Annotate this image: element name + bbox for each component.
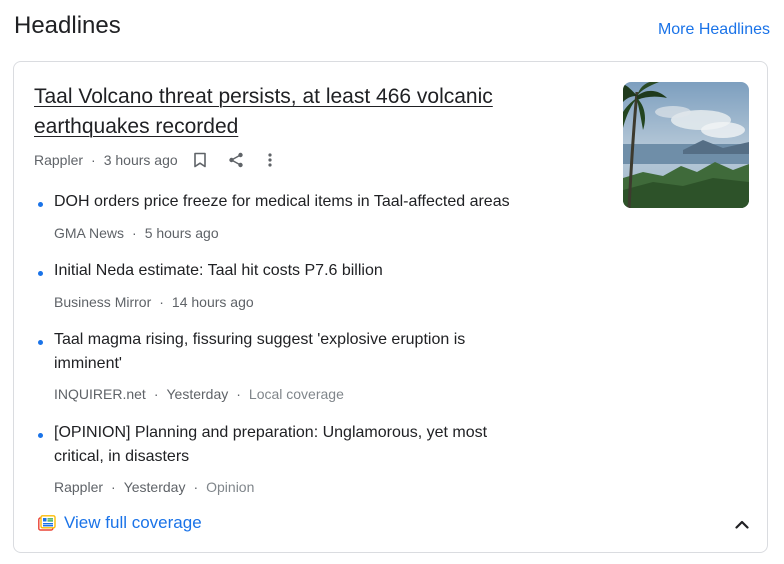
bullet-dot (38, 271, 43, 276)
section-title: Headlines (14, 12, 121, 39)
separator-dot: · (193, 479, 199, 495)
headlines-page: Headlines More Headlines Taal Volcano th… (0, 0, 784, 564)
list-item: [OPINION] Planning and preparation: Ungl… (34, 421, 594, 496)
collapse-chevron-up-icon[interactable] (731, 513, 753, 535)
separator-dot: · (111, 479, 116, 495)
story-title[interactable]: [OPINION] Planning and preparation: Ungl… (54, 421, 534, 468)
separator-dot: · (153, 386, 159, 402)
separator-dot: · (91, 152, 96, 168)
coverage-tag[interactable]: Local coverage (249, 385, 344, 403)
story-time: 14 hours ago (171, 294, 254, 310)
main-story-meta: Rappler · 3 hours ago (34, 149, 280, 171)
story-meta: Rappler · Yesterday · Opinion (54, 478, 254, 496)
story-source[interactable]: Business Mirror (54, 293, 151, 311)
main-story-time: 3 hours ago (103, 152, 178, 168)
separator-dot: · (159, 294, 164, 310)
headlines-header: Headlines More Headlines (14, 0, 770, 56)
list-item: Taal magma rising, fissuring suggest 'ex… (34, 328, 594, 403)
bookmark-icon[interactable] (190, 150, 210, 170)
separator-dot: · (132, 225, 137, 241)
list-item: Initial Neda estimate: Taal hit costs P7… (34, 259, 594, 311)
story-time: 5 hours ago (144, 225, 219, 241)
story-title[interactable]: DOH orders price freeze for medical item… (54, 190, 554, 214)
opinion-tag[interactable]: Opinion (206, 478, 254, 496)
share-icon[interactable] (226, 150, 246, 170)
view-full-coverage-button[interactable]: View full coverage (38, 512, 202, 534)
story-source[interactable]: GMA News (54, 224, 124, 242)
main-story-title[interactable]: Taal Volcano threat persists, at least 4… (34, 82, 574, 142)
story-source[interactable]: INQUIRER.net (54, 385, 146, 403)
volcano-thumbnail[interactable] (623, 82, 749, 208)
story-title[interactable]: Taal magma rising, fissuring suggest 'ex… (54, 328, 524, 375)
story-title[interactable]: Initial Neda estimate: Taal hit costs P7… (54, 259, 554, 283)
story-source[interactable]: Rappler (54, 478, 103, 496)
more-headlines-link[interactable]: More Headlines (658, 20, 770, 40)
story-meta: Business Mirror · 14 hours ago (54, 293, 254, 311)
story-card: Taal Volcano threat persists, at least 4… (13, 61, 768, 553)
more-vert-icon[interactable] (260, 150, 280, 170)
story-meta: INQUIRER.net · Yesterday · Local coverag… (54, 385, 344, 403)
story-meta: GMA News · 5 hours ago (54, 224, 219, 242)
view-full-coverage-label: View full coverage (64, 513, 202, 532)
separator-dot: · (236, 386, 241, 402)
bullet-dot (38, 433, 43, 438)
bullet-dot (38, 340, 43, 345)
main-story-source[interactable]: Rappler (34, 152, 83, 168)
volcano-landscape-image (623, 82, 749, 208)
full-coverage-icon (38, 515, 56, 531)
list-item: DOH orders price freeze for medical item… (34, 190, 594, 242)
bullet-dot (38, 202, 43, 207)
story-time: Yesterday (123, 479, 186, 495)
story-time: Yesterday (166, 386, 229, 402)
